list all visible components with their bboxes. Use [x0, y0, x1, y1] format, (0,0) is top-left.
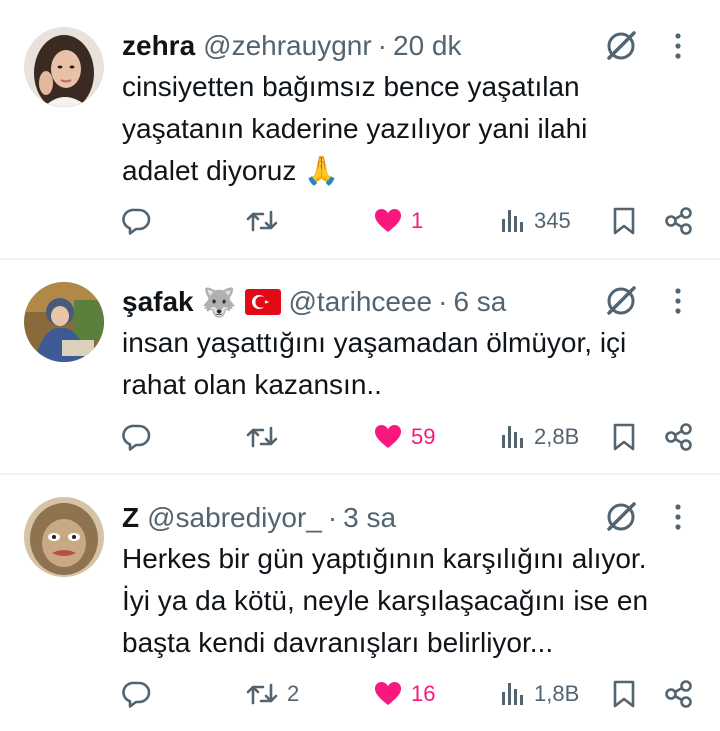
grok-icon[interactable] — [604, 284, 638, 318]
author-name[interactable]: şafak — [122, 286, 194, 318]
grok-icon[interactable] — [604, 29, 638, 63]
action-bar: 59 2,8B — [0, 417, 720, 457]
reply-icon — [122, 208, 151, 235]
like-count: 16 — [411, 681, 436, 706]
bookmark-icon — [613, 207, 635, 235]
more-icon[interactable] — [668, 500, 688, 534]
repost-icon — [246, 426, 278, 448]
like-count: 1 — [411, 208, 424, 233]
timestamp[interactable]: 6 sa — [453, 286, 506, 318]
repost-icon — [246, 210, 278, 232]
share-icon — [665, 207, 692, 235]
repost-button[interactable] — [245, 417, 287, 457]
views-button[interactable]: 2,8B — [500, 417, 579, 457]
wolf-emoji: 🐺 — [201, 286, 237, 318]
action-bar: 2 16 1,8B — [0, 674, 720, 714]
heart-icon — [375, 682, 401, 705]
action-bar: 1 345 — [0, 201, 720, 241]
views-count: 2,8B — [534, 424, 580, 449]
post-text-line: adalet diyoruz 🙏 — [122, 155, 339, 186]
post-text-line: Herkes bir gün yaptığının karşılığını al… — [122, 543, 647, 574]
views-button[interactable]: 1,8B — [500, 674, 579, 714]
timestamp[interactable]: 20 dk — [393, 30, 462, 62]
separator-dot: · — [377, 30, 387, 61]
author-handle[interactable]: @zehrauygnr — [203, 30, 372, 62]
author-name[interactable]: zehra — [122, 30, 195, 62]
share-icon — [665, 680, 692, 708]
bookmark-button[interactable] — [612, 201, 636, 241]
avatar[interactable] — [24, 282, 104, 362]
share-button[interactable] — [664, 674, 694, 714]
like-button[interactable]: 59 — [373, 417, 435, 457]
heart-icon — [375, 209, 401, 232]
repost-button[interactable]: 2 — [245, 674, 299, 714]
post-text: Herkes bir gün yaptığının karşılığını al… — [122, 538, 702, 664]
post-text-line: başta kendi davranışları belirliyor... — [122, 627, 554, 658]
author-name[interactable]: Z — [122, 502, 139, 534]
post-text: cinsiyetten bağımsız bence yaşatılan yaş… — [122, 66, 702, 192]
author-handle[interactable]: @tarihceee — [289, 286, 433, 318]
separator-dot: · — [327, 502, 338, 533]
reply-icon — [122, 424, 151, 451]
post-header: şafak 🐺 @tarihceee · 6 sa — [122, 284, 506, 320]
repost-icon — [246, 683, 278, 705]
share-button[interactable] — [664, 417, 694, 457]
reply-icon — [122, 681, 151, 708]
post-z[interactable]: Z @sabrediyor_ · 3 sa Herkes bir gün yap… — [0, 475, 720, 731]
post-header: zehra @zehrauygnr · 20 dk — [122, 28, 462, 64]
timestamp[interactable]: 3 sa — [343, 502, 396, 534]
post-text: insan yaşattığını yaşamadan ölmüyor, içi… — [122, 322, 702, 406]
avatar[interactable] — [24, 27, 104, 107]
repost-count: 2 — [287, 681, 300, 706]
views-count: 1,8B — [534, 681, 580, 706]
more-icon[interactable] — [668, 29, 688, 63]
like-button[interactable]: 16 — [373, 674, 435, 714]
bookmark-button[interactable] — [612, 417, 636, 457]
views-icon — [502, 683, 523, 705]
share-icon — [665, 423, 692, 451]
reply-feed: zehra @zehrauygnr · 20 dk cinsiyetten ba… — [0, 0, 720, 731]
post-text-line: cinsiyetten bağımsız bence yaşatılan — [122, 71, 580, 102]
share-button[interactable] — [664, 201, 694, 241]
repost-button[interactable] — [245, 201, 287, 241]
post-text-line: yaşatanın kaderine yazılıyor yani ilahi — [122, 113, 588, 144]
post-text-line: İyi ya da kötü, neyle karşılaşacağını is… — [122, 585, 649, 616]
more-icon[interactable] — [668, 284, 688, 318]
reply-button[interactable] — [122, 674, 160, 714]
views-count: 345 — [534, 208, 571, 233]
post-zehra[interactable]: zehra @zehrauygnr · 20 dk cinsiyetten ba… — [0, 0, 720, 258]
post-header: Z @sabrediyor_ · 3 sa — [122, 500, 396, 536]
turkish-flag-icon — [244, 289, 281, 315]
bookmark-button[interactable] — [612, 674, 636, 714]
bookmark-icon — [613, 680, 635, 708]
like-button[interactable]: 1 — [373, 201, 423, 241]
views-icon — [502, 426, 523, 448]
views-button[interactable]: 345 — [500, 201, 571, 241]
author-handle[interactable]: @sabrediyor_ — [147, 502, 322, 534]
bookmark-icon — [613, 423, 635, 451]
views-icon — [502, 210, 523, 232]
reply-button[interactable] — [122, 201, 160, 241]
post-safak[interactable]: şafak 🐺 @tarihceee · 6 sa insan yaşattığ… — [0, 260, 720, 473]
post-text-line: rahat olan kazansın.. — [122, 369, 382, 400]
like-count: 59 — [411, 424, 436, 449]
avatar[interactable] — [24, 497, 104, 577]
reply-button[interactable] — [122, 417, 160, 457]
post-text-line: insan yaşattığını yaşamadan ölmüyor, içi — [122, 327, 627, 358]
grok-icon[interactable] — [604, 500, 638, 534]
heart-icon — [375, 425, 401, 448]
separator-dot: · — [438, 286, 448, 317]
